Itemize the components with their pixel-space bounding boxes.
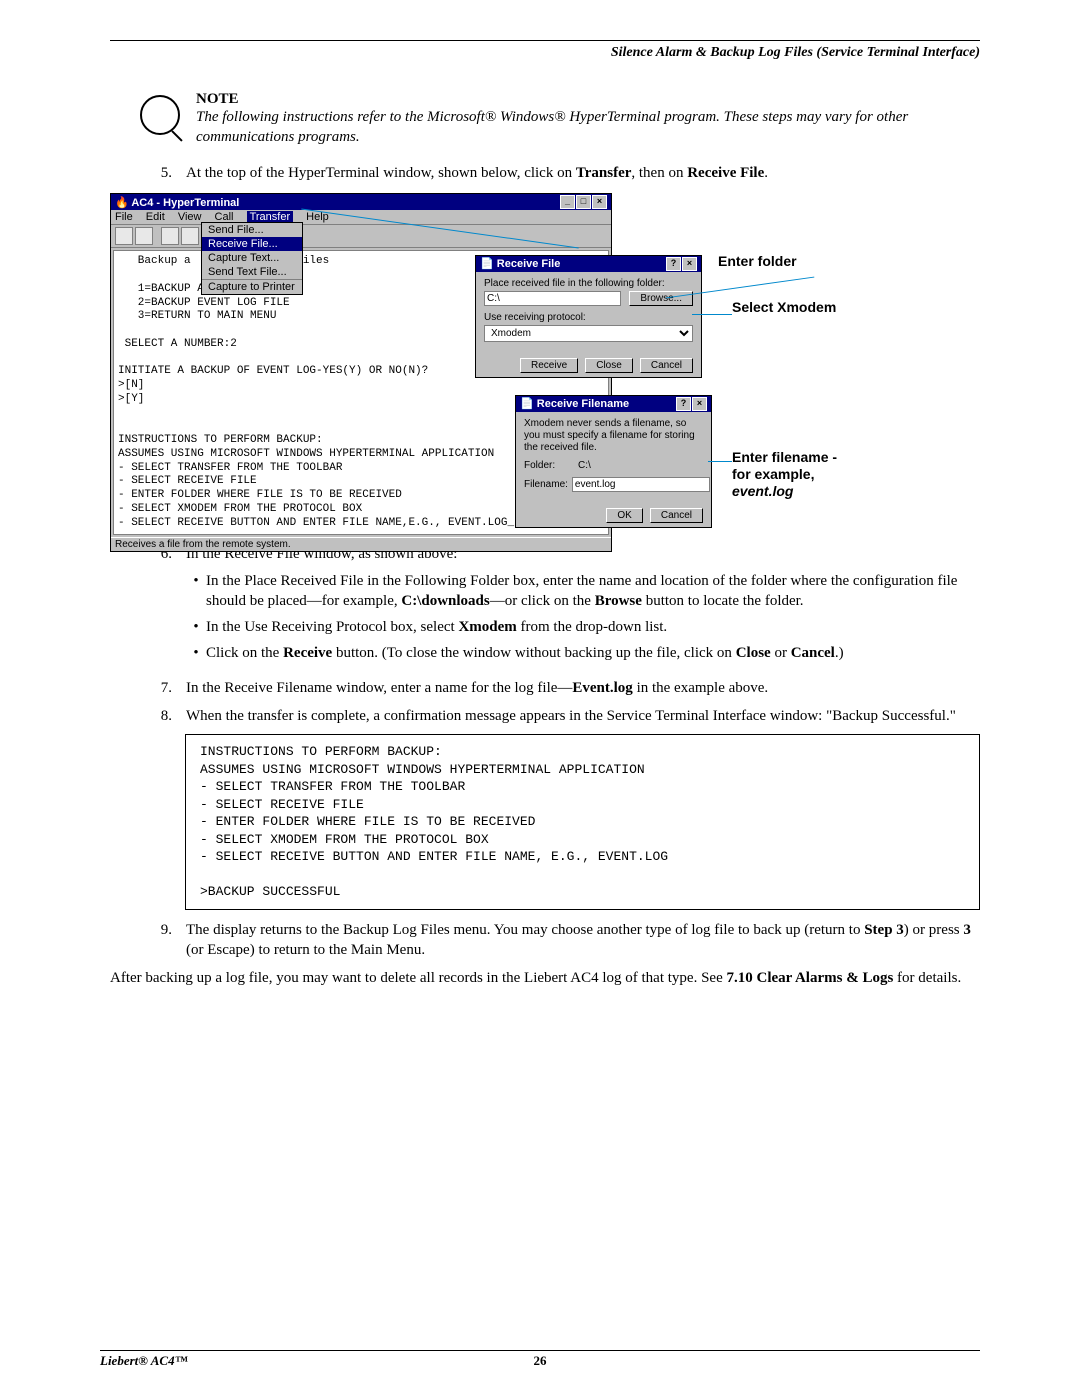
toolbar-icon[interactable] — [135, 227, 153, 245]
after-paragraph: After backing up a log file, you may wan… — [110, 968, 980, 988]
note-block: NOTE The following instructions refer to… — [140, 91, 980, 147]
menu-item-capprint[interactable]: Capture to Printer — [202, 279, 302, 294]
step-5: 5. At the top of the HyperTerminal windo… — [140, 163, 980, 183]
step-9: 9. The display returns to the Backup Log… — [140, 920, 980, 961]
dialog-receive-file: 📄 Receive File ?× Place received file in… — [475, 255, 702, 378]
menu-file[interactable]: File — [115, 211, 133, 223]
toolbar-icon[interactable] — [181, 227, 199, 245]
step-8: 8. When the transfer is complete, a conf… — [140, 706, 980, 726]
menu-item-sendtext[interactable]: Send Text File... — [202, 265, 302, 279]
page-footer: Liebert® AC4™ 26 — [100, 1350, 980, 1369]
footer-left: Liebert® AC4™ — [100, 1353, 188, 1369]
menu-item-capture[interactable]: Capture Text... — [202, 251, 302, 265]
transfer-dropdown[interactable]: Send File... Receive File... Capture Tex… — [201, 222, 303, 295]
status-bar: Receives a file from the remote system. — [111, 537, 611, 551]
close-icon[interactable]: × — [692, 397, 707, 411]
page-number: 26 — [534, 1353, 547, 1369]
toolbar-icon[interactable] — [115, 227, 133, 245]
folder-input[interactable] — [484, 291, 621, 306]
cancel-button[interactable]: Cancel — [640, 358, 693, 373]
cancel-button[interactable]: Cancel — [650, 508, 703, 523]
toolbar — [111, 225, 611, 248]
magnifier-icon — [140, 95, 180, 135]
minimize-icon[interactable]: _ — [560, 195, 575, 209]
close-icon[interactable]: × — [682, 257, 697, 271]
callout-line — [708, 461, 732, 462]
menu-view[interactable]: View — [178, 211, 202, 223]
toolbar-icon[interactable] — [161, 227, 179, 245]
callout-enter-filename: Enter filename - for example, event.log — [732, 449, 837, 499]
help-icon[interactable]: ? — [676, 397, 691, 411]
note-body: The following instructions refer to the … — [196, 108, 980, 147]
terminal-output-box: INSTRUCTIONS TO PERFORM BACKUP: ASSUMES … — [185, 734, 980, 910]
screenshot-hyperterminal: 🔥 AC4 - HyperTerminal _ □ × File Edit Vi… — [110, 193, 980, 528]
dialog-receive-filename: 📄 Receive Filename ?× Xmodem never sends… — [515, 395, 712, 528]
maximize-icon[interactable]: □ — [576, 195, 591, 209]
callout-select-xmodem: Select Xmodem — [732, 299, 836, 315]
page-header: Silence Alarm & Backup Log Files (Servic… — [110, 45, 980, 61]
titlebar: 🔥 AC4 - HyperTerminal _ □ × — [111, 194, 611, 210]
help-icon[interactable]: ? — [666, 257, 681, 271]
filename-input[interactable] — [572, 477, 710, 492]
callout-enter-folder: Enter folder — [718, 253, 797, 269]
ok-button[interactable]: OK — [606, 508, 642, 523]
step-7: 7. In the Receive Filename window, enter… — [140, 678, 980, 698]
receive-button[interactable]: Receive — [520, 358, 578, 373]
callout-line — [692, 314, 732, 315]
note-title: NOTE — [196, 91, 980, 108]
close-icon[interactable]: × — [592, 195, 607, 209]
menu-edit[interactable]: Edit — [146, 211, 165, 223]
close-button[interactable]: Close — [585, 358, 633, 373]
step-6: 6. In the Receive File window, as shown … — [140, 544, 980, 669]
menu-item-receive[interactable]: Receive File... — [202, 237, 302, 251]
protocol-select[interactable]: Xmodem — [484, 325, 693, 342]
menu-help[interactable]: Help — [306, 211, 329, 223]
browse-button[interactable]: Browse... — [629, 291, 693, 306]
menu-item-send[interactable]: Send File... — [202, 223, 302, 237]
